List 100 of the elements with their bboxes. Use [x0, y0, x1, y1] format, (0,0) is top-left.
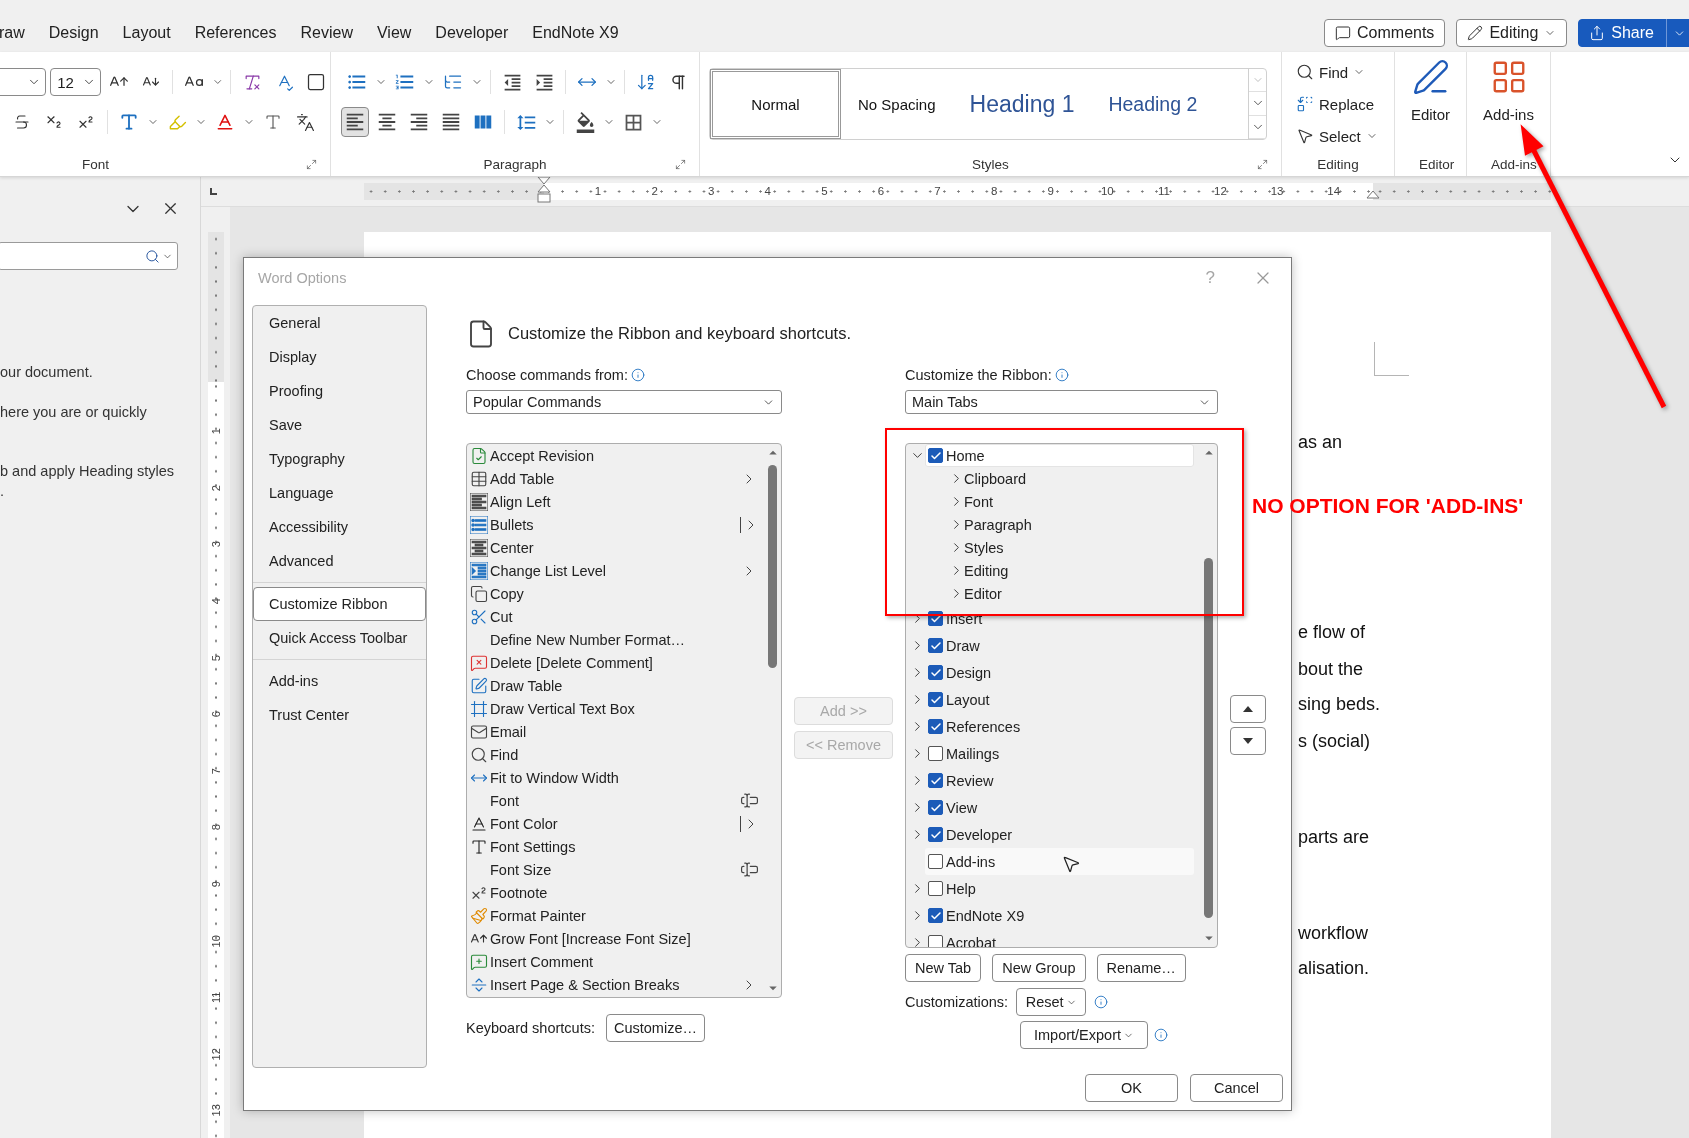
nav-item[interactable]: Accessibility: [253, 510, 416, 544]
checkbox[interactable]: [928, 719, 943, 734]
cancel-button[interactable]: Cancel: [1190, 1074, 1283, 1102]
ribbon-tab[interactable]: Design: [48, 24, 99, 42]
command-item[interactable]: Font Color: [467, 812, 764, 835]
font-size-field[interactable]: 12: [50, 68, 101, 96]
reset-button[interactable]: Reset: [1016, 988, 1087, 1016]
ribbon-tab[interactable]: Review: [300, 24, 353, 42]
tree-item[interactable]: Acrobat: [925, 929, 1194, 947]
command-item[interactable]: Change List Level: [467, 559, 764, 582]
command-item[interactable]: Font Settings: [467, 835, 764, 858]
editor-button[interactable]: Editor: [1395, 52, 1466, 123]
tree-button[interactable]: New Tab: [905, 954, 982, 982]
nav-item[interactable]: Customize Ribbon: [253, 587, 426, 621]
command-item[interactable]: Email: [467, 720, 764, 743]
command-item[interactable]: Copy: [467, 582, 764, 605]
ribbon-tab[interactable]: raw: [0, 24, 25, 42]
command-item[interactable]: Draw Vertical Text Box: [467, 697, 764, 720]
move-up-button[interactable]: [1230, 695, 1266, 723]
ok-button[interactable]: OK: [1085, 1074, 1178, 1102]
ribbon-dropdown[interactable]: Main Tabs: [905, 390, 1218, 414]
nav-item[interactable]: General: [253, 306, 416, 340]
commands-dropdown[interactable]: Popular Commands: [466, 390, 782, 414]
checkbox[interactable]: [928, 638, 943, 653]
share-button[interactable]: Share: [1578, 19, 1689, 47]
align-left-icon[interactable]: [341, 107, 369, 137]
style-option[interactable]: Normal: [710, 69, 841, 139]
command-item[interactable]: Find: [467, 743, 764, 766]
command-item[interactable]: Accept Revision: [467, 444, 764, 467]
checkbox[interactable]: [928, 692, 943, 707]
command-item[interactable]: Format Painter: [467, 904, 764, 927]
tree-item[interactable]: Layout: [925, 686, 1194, 713]
tree-button[interactable]: Rename…: [1096, 954, 1186, 982]
tree-item[interactable]: Clipboard: [964, 470, 1027, 487]
tree-item[interactable]: Styles: [964, 539, 1004, 556]
command-item[interactable]: Define New Number Format…: [467, 628, 764, 651]
command-item[interactable]: Cut: [467, 605, 764, 628]
command-item[interactable]: Draw Table: [467, 674, 764, 697]
launcher-icon[interactable]: [306, 158, 317, 170]
tree-item[interactable]: Font: [964, 493, 993, 510]
tree-item[interactable]: Developer: [925, 821, 1194, 848]
checkbox[interactable]: [928, 665, 943, 680]
checkbox[interactable]: [928, 881, 943, 896]
checkbox[interactable]: [928, 448, 943, 463]
command-item[interactable]: Add Table: [467, 467, 764, 490]
tree-item[interactable]: Editor: [964, 585, 1002, 602]
tree-item[interactable]: View: [925, 794, 1194, 821]
style-option[interactable]: Heading 2: [1091, 69, 1215, 139]
command-item[interactable]: Font Size: [467, 858, 764, 881]
command-item[interactable]: Font: [467, 789, 764, 812]
tree-item[interactable]: Design: [925, 659, 1194, 686]
command-item[interactable]: Bullets: [467, 513, 764, 536]
search-field[interactable]: [0, 242, 178, 270]
move-down-button[interactable]: [1230, 727, 1266, 755]
checkbox[interactable]: [928, 908, 943, 923]
tree-item[interactable]: Paragraph: [964, 516, 1032, 533]
style-option[interactable]: No Spacing: [841, 69, 953, 139]
command-item[interactable]: Fit to Window Width: [467, 766, 764, 789]
nav-item[interactable]: Quick Access Toolbar: [253, 621, 416, 655]
command-item[interactable]: Delete [Delete Comment]: [467, 651, 764, 674]
ribbon-tab[interactable]: EndNote X9: [532, 24, 619, 42]
nav-item[interactable]: Save: [253, 408, 416, 442]
nav-item[interactable]: Add-ins: [253, 664, 416, 698]
tree-item[interactable]: Help: [925, 875, 1194, 902]
command-item[interactable]: Insert Page & Section Breaks: [467, 973, 764, 996]
command-item[interactable]: Grow Font [Increase Font Size]: [467, 927, 764, 950]
checkbox[interactable]: [928, 746, 943, 761]
command-item[interactable]: Insert Comment: [467, 950, 764, 973]
nav-item[interactable]: Typography: [253, 442, 416, 476]
tree-item[interactable]: Mailings: [925, 740, 1194, 767]
launcher-icon[interactable]: [675, 158, 686, 170]
editing-button[interactable]: Replace: [1296, 89, 1394, 119]
nav-item[interactable]: Display: [253, 340, 416, 374]
customize-button[interactable]: Customize…: [605, 1014, 705, 1042]
nav-item[interactable]: Trust Center: [253, 698, 416, 732]
tree-item[interactable]: Draw: [925, 632, 1194, 659]
tree-button[interactable]: New Group: [992, 954, 1086, 982]
scrollbar-thumb[interactable]: [768, 465, 777, 668]
nav-item[interactable]: Proofing: [253, 374, 416, 408]
ribbon-tab[interactable]: View: [376, 24, 412, 42]
editing-button[interactable]: Find: [1296, 57, 1394, 87]
indent-marker-icon[interactable]: [536, 175, 552, 206]
tree-item[interactable]: Home: [925, 444, 1194, 467]
comments-button[interactable]: Comments: [1324, 19, 1446, 47]
tree-item[interactable]: Add-ins: [925, 848, 1194, 875]
tree-item[interactable]: EndNote X9: [925, 902, 1194, 929]
mode-button[interactable]: Editing: [1456, 19, 1568, 47]
ribbon-tab[interactable]: References: [194, 24, 277, 42]
checkbox[interactable]: [928, 935, 943, 947]
tree-item[interactable]: Review: [925, 767, 1194, 794]
style-option[interactable]: Heading 1: [952, 69, 1092, 139]
nav-item[interactable]: Advanced: [253, 544, 416, 578]
add-ins-button[interactable]: Add-ins: [1467, 52, 1550, 123]
tree-item[interactable]: Insert: [925, 605, 1194, 632]
checkbox[interactable]: [928, 800, 943, 815]
font-name-field[interactable]: [0, 68, 47, 96]
ribbon-tab[interactable]: Developer: [435, 24, 509, 42]
editing-button[interactable]: Select: [1296, 121, 1394, 151]
ribbon-tab[interactable]: Layout: [122, 24, 171, 42]
tab-stop-icon[interactable]: [210, 187, 217, 195]
